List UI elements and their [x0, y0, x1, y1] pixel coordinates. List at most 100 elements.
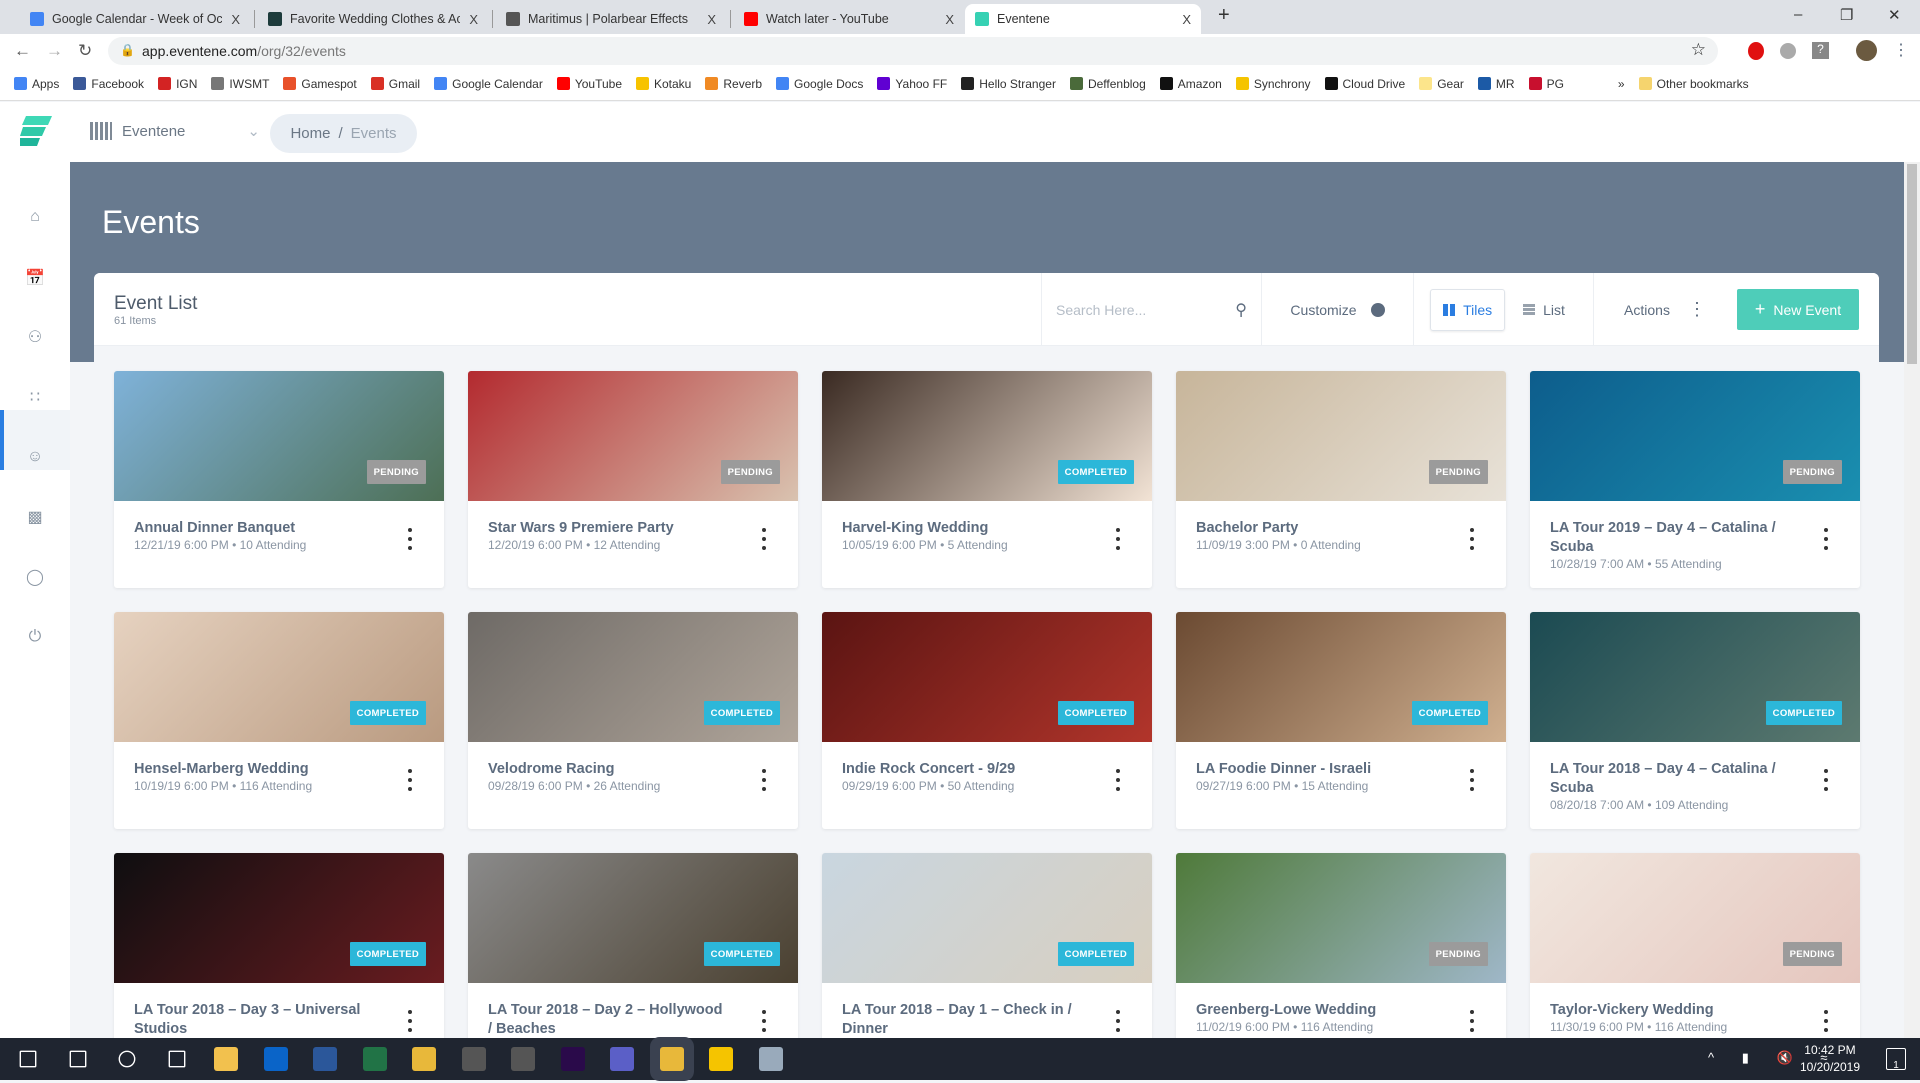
card-menu-icon[interactable]	[1820, 769, 1832, 791]
bookmark-item[interactable]: Facebook	[73, 77, 144, 91]
bookmarks-overflow-button[interactable]: »	[1618, 77, 1625, 91]
chrome-icon[interactable]	[660, 1047, 684, 1071]
event-name[interactable]: Velodrome Racing	[488, 760, 728, 779]
card-menu-icon[interactable]	[1112, 1010, 1124, 1032]
bookmark-item[interactable]: Reverb	[705, 77, 762, 91]
tab-close-icon[interactable]: X	[1182, 12, 1191, 27]
event-card[interactable]: COMPLETEDHarvel-King Wedding10/05/19 6:0…	[822, 371, 1152, 588]
bookmark-item[interactable]: Amazon	[1160, 77, 1222, 91]
forward-icon[interactable]: →	[46, 41, 63, 61]
bookmark-item[interactable]: Google Docs	[776, 77, 863, 91]
event-card[interactable]: PENDINGLA Tour 2019 – Day 4 – Catalina /…	[1530, 371, 1860, 588]
event-card[interactable]: PENDINGBachelor Party11/09/19 3:00 PM • …	[1176, 371, 1506, 588]
actions-menu-button[interactable]: Actions ⋮	[1593, 273, 1736, 346]
tab-close-icon[interactable]: X	[945, 12, 954, 27]
event-name[interactable]: Star Wars 9 Premiere Party	[488, 519, 728, 538]
card-menu-icon[interactable]	[404, 1010, 416, 1032]
event-name[interactable]: Hensel-Marberg Wedding	[134, 760, 374, 779]
event-name[interactable]: LA Tour 2019 – Day 4 – Catalina / Scuba	[1550, 519, 1790, 557]
bookmark-item[interactable]: IWSMT	[211, 77, 269, 91]
help-extension-icon[interactable]: ?	[1812, 42, 1829, 59]
card-menu-icon[interactable]	[758, 528, 770, 550]
event-name[interactable]: Harvel-King Wedding	[842, 519, 1082, 538]
card-menu-icon[interactable]	[1466, 528, 1478, 550]
sidebar-apps-icon[interactable]: ∷	[23, 385, 47, 409]
bookmark-item[interactable]: Deffenblog	[1070, 77, 1146, 91]
sidebar-calendar-icon[interactable]: 📅	[23, 266, 47, 290]
bookmark-item[interactable]: YouTube	[557, 77, 622, 91]
event-name[interactable]: LA Tour 2018 – Day 2 – Hollywood / Beach…	[488, 1001, 728, 1039]
profile-avatar[interactable]	[1856, 40, 1877, 61]
restore-button[interactable]: ❐	[1840, 6, 1853, 24]
bookmark-item[interactable]: Hello Stranger	[961, 77, 1056, 91]
bookmark-item[interactable]: Google Calendar	[434, 77, 543, 91]
page-scrollbar[interactable]	[1904, 162, 1920, 1038]
notifications-icon[interactable]: 1	[1886, 1048, 1906, 1070]
system-tray-icons[interactable]: ^ ▮ 🔇 ≈	[1708, 1050, 1839, 1066]
extension-icon[interactable]	[1780, 43, 1796, 59]
event-card[interactable]: PENDINGAnnual Dinner Banquet12/21/19 6:0…	[114, 371, 444, 588]
card-menu-icon[interactable]	[1820, 1010, 1832, 1032]
bookmark-item[interactable]: Gmail	[371, 77, 420, 91]
windows-start-icon[interactable]	[20, 1051, 37, 1068]
tab-close-icon[interactable]: X	[469, 12, 478, 27]
outlook-icon[interactable]	[264, 1047, 288, 1071]
bookmark-star-icon[interactable]: ☆	[1691, 40, 1706, 60]
bookmark-item[interactable]: Gear	[1419, 77, 1464, 91]
event-card[interactable]: COMPLETEDLA Tour 2018 – Day 4 – Catalina…	[1530, 612, 1860, 829]
excel-icon[interactable]	[363, 1047, 387, 1071]
opera-extension-icon[interactable]	[1748, 42, 1764, 60]
bookmark-item[interactable]: Yahoo FF	[877, 77, 947, 91]
close-window-button[interactable]: ✕	[1888, 6, 1901, 24]
teams-icon[interactable]	[610, 1047, 634, 1071]
new-tab-button[interactable]: +	[1218, 4, 1230, 27]
eventene-logo[interactable]	[20, 116, 52, 146]
event-card[interactable]: PENDINGStar Wars 9 Premiere Party12/20/1…	[468, 371, 798, 588]
card-menu-icon[interactable]	[758, 769, 770, 791]
minimize-button[interactable]: –	[1794, 6, 1802, 23]
browser-tab[interactable]: Favorite Wedding Clothes & AccX	[258, 4, 488, 34]
live-app-icon[interactable]	[462, 1047, 486, 1071]
browser-tab[interactable]: EventeneX	[965, 4, 1201, 34]
event-name[interactable]: Taylor-Vickery Wedding	[1550, 1001, 1790, 1020]
search-icon[interactable]: ⚲	[1235, 300, 1247, 320]
card-menu-icon[interactable]	[758, 1010, 770, 1032]
file-explorer-icon[interactable]	[214, 1047, 238, 1071]
sidebar-home-icon[interactable]: ⌂	[23, 205, 47, 229]
card-menu-icon[interactable]	[1112, 528, 1124, 550]
search-input[interactable]: Search Here... ⚲	[1041, 273, 1261, 346]
reload-icon[interactable]: ↻	[78, 41, 92, 61]
event-name[interactable]: LA Tour 2018 – Day 4 – Catalina / Scuba	[1550, 760, 1790, 798]
event-name[interactable]: Greenberg-Lowe Wedding	[1196, 1001, 1436, 1020]
cortana-icon[interactable]	[119, 1051, 136, 1068]
card-menu-icon[interactable]	[1466, 1010, 1478, 1032]
sidebar-users-icon[interactable]: ⚇	[23, 325, 47, 349]
task-view-icon[interactable]	[168, 1051, 185, 1068]
customize-button[interactable]: Customize	[1261, 273, 1413, 346]
card-menu-icon[interactable]	[404, 769, 416, 791]
scrollbar-thumb[interactable]	[1907, 164, 1917, 364]
browser-menu-icon[interactable]: ⋮	[1893, 40, 1909, 60]
new-event-button[interactable]: + New Event	[1737, 289, 1859, 330]
other-bookmarks[interactable]: Other bookmarks	[1639, 77, 1749, 91]
event-name[interactable]: Annual Dinner Banquet	[134, 519, 374, 538]
event-name[interactable]: LA Foodie Dinner - Israeli	[1196, 760, 1436, 779]
app-icon[interactable]	[759, 1047, 783, 1071]
event-name[interactable]: LA Tour 2018 – Day 1 – Check in / Dinner	[842, 1001, 1082, 1039]
bookmark-item[interactable]: Cloud Drive	[1325, 77, 1406, 91]
bookmark-item[interactable]: PG	[1529, 77, 1564, 91]
premiere-icon[interactable]	[561, 1047, 585, 1071]
event-card[interactable]: COMPLETEDIndie Rock Concert - 9/2909/29/…	[822, 612, 1152, 829]
sidebar-power-icon[interactable]: ⏻	[23, 625, 47, 649]
norton-icon[interactable]	[709, 1047, 733, 1071]
event-card[interactable]: COMPLETEDVelodrome Racing09/28/19 6:00 P…	[468, 612, 798, 829]
back-icon[interactable]: ←	[14, 41, 31, 61]
tab-close-icon[interactable]: X	[707, 12, 716, 27]
list-view-button[interactable]: List	[1511, 289, 1577, 331]
breadcrumb-home[interactable]: Home	[290, 125, 330, 142]
org-selector[interactable]: Eventene ⌄	[90, 122, 260, 140]
event-card[interactable]: COMPLETEDLA Foodie Dinner - Israeli09/27…	[1176, 612, 1506, 829]
bookmark-item[interactable]: MR	[1478, 77, 1515, 91]
event-name[interactable]: Indie Rock Concert - 9/29	[842, 760, 1082, 779]
word-icon[interactable]	[313, 1047, 337, 1071]
